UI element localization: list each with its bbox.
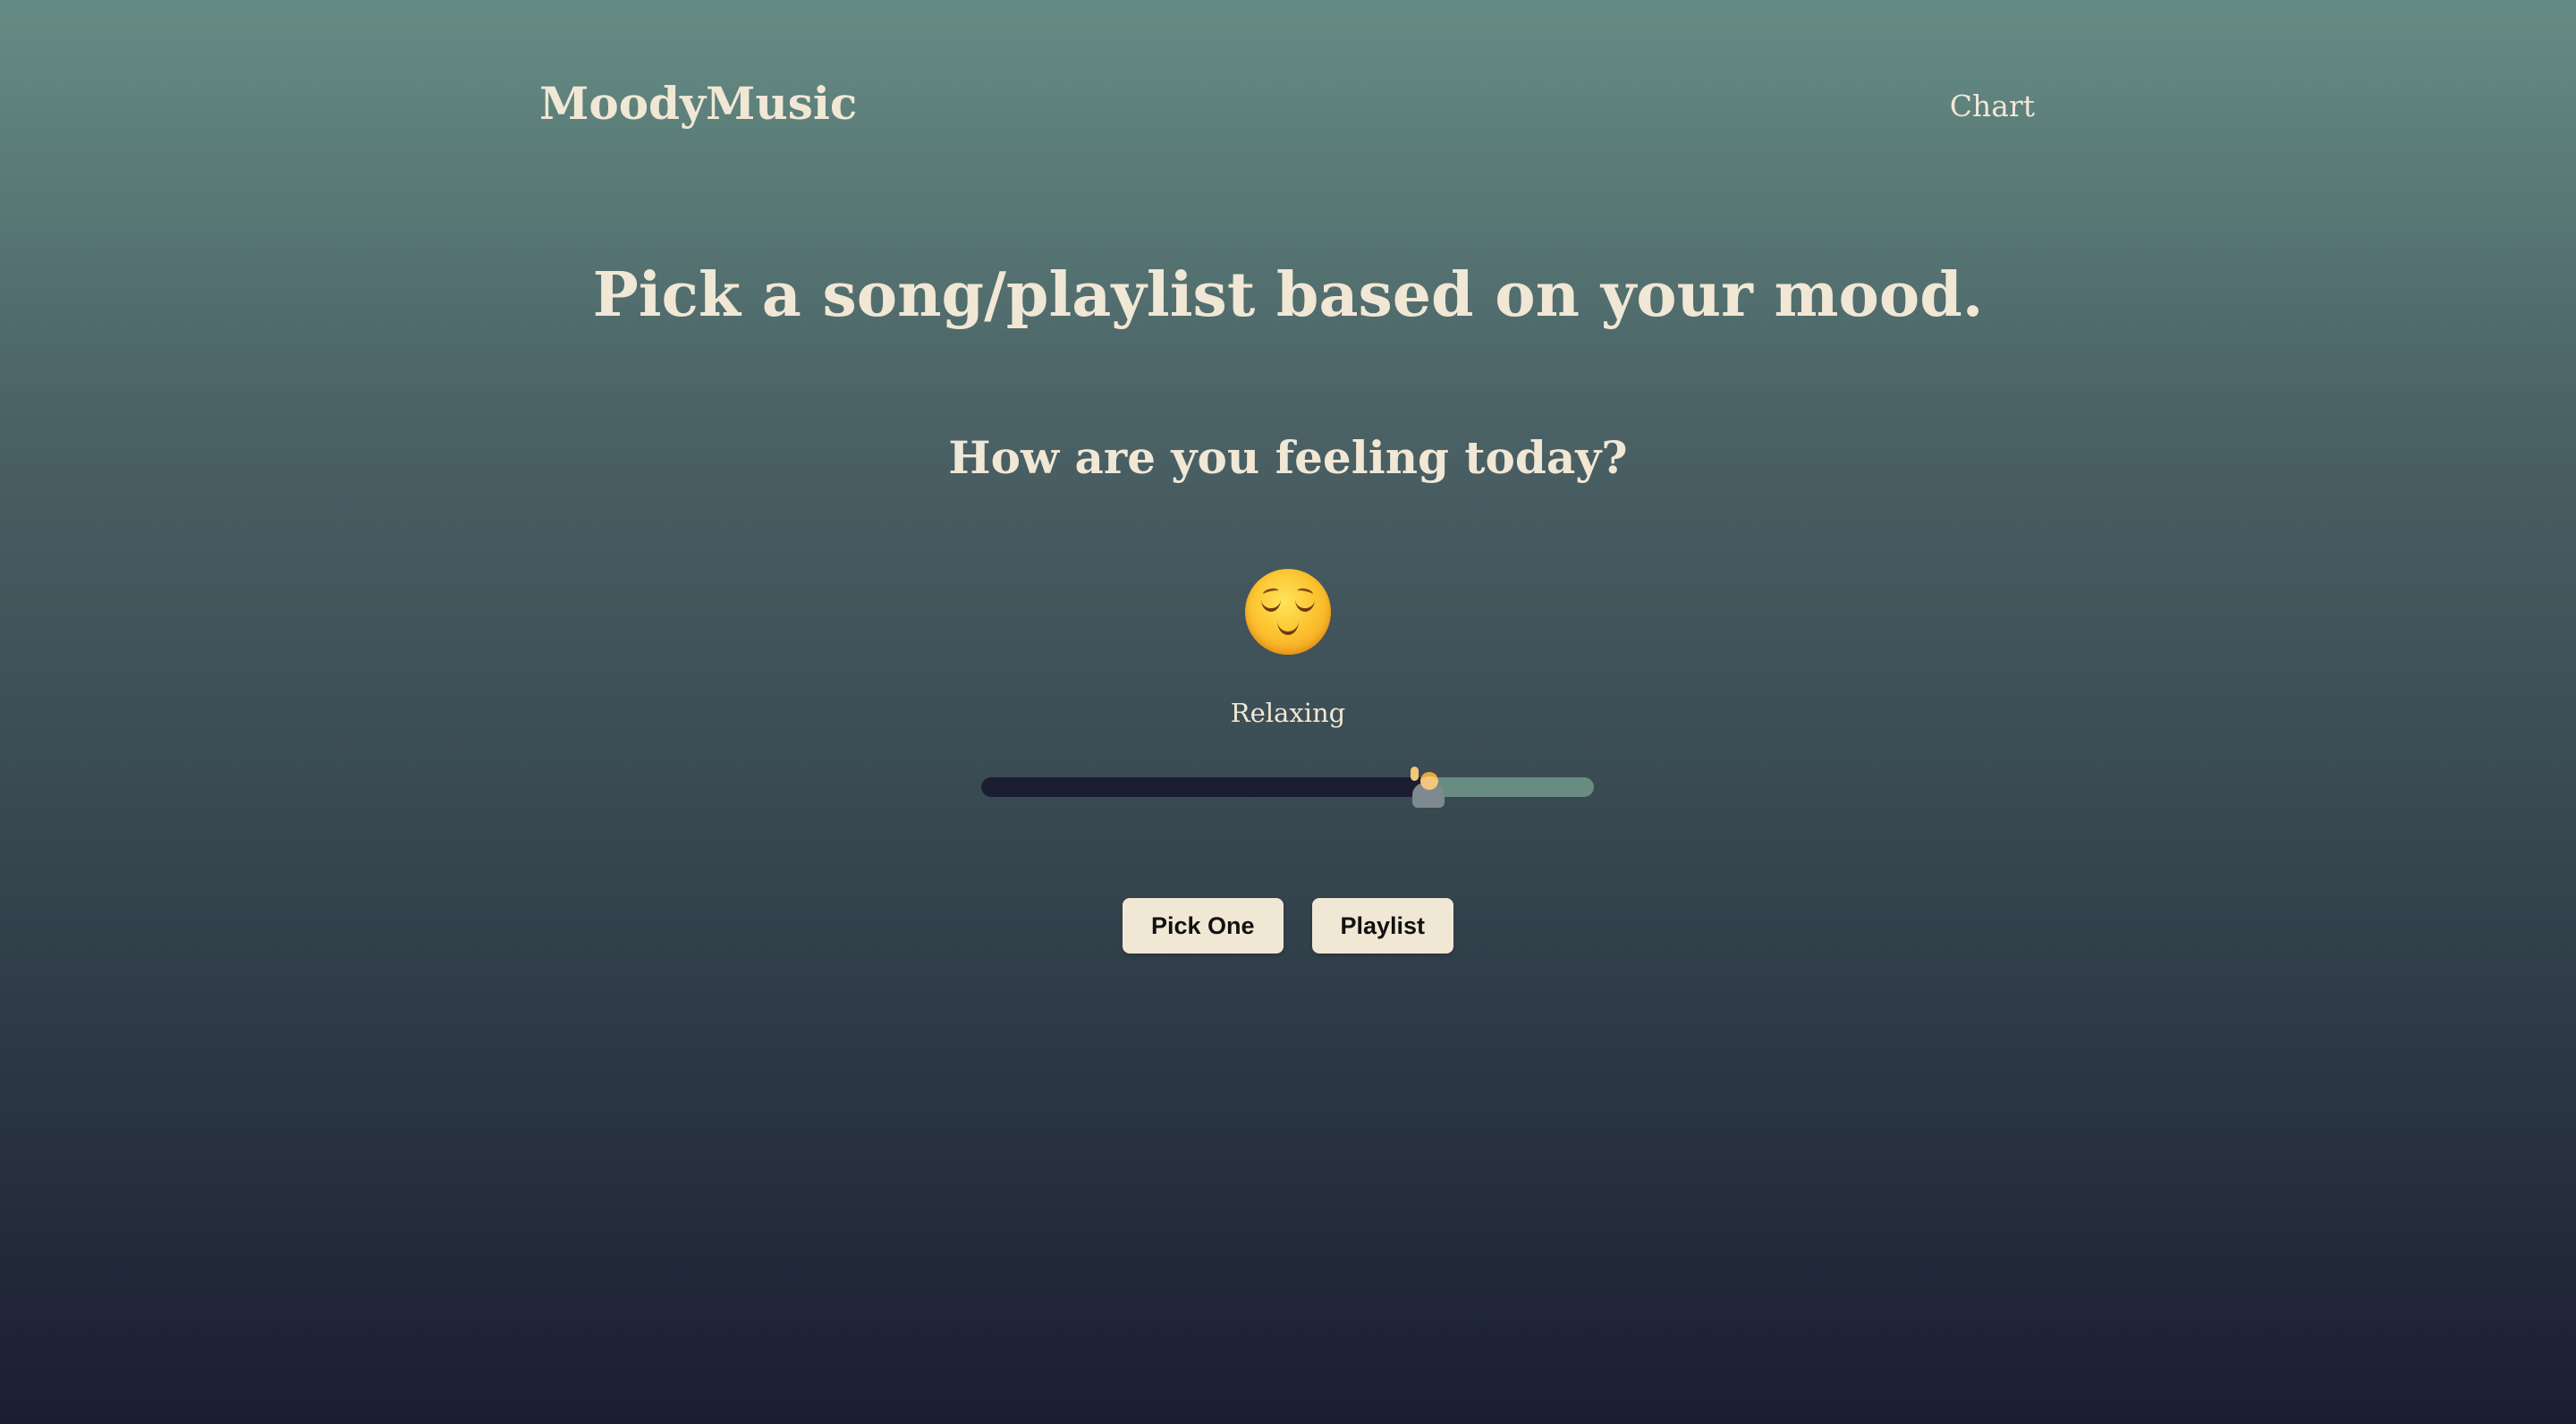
pick-one-button[interactable]: Pick One	[1122, 898, 1284, 954]
person-getting-massage-icon[interactable]	[1409, 767, 1448, 808]
mood-question: How are you feeling today?	[948, 431, 1628, 484]
playlist-button[interactable]: Playlist	[1311, 898, 1454, 954]
relieved-face-icon	[1245, 569, 1331, 655]
thumb-head	[1420, 772, 1439, 790]
mood-label: Relaxing	[1230, 698, 1346, 728]
nav-link-chart[interactable]: Chart	[1950, 89, 2035, 123]
face-eye-left	[1261, 599, 1281, 612]
mood-slider[interactable]	[981, 767, 1594, 808]
face-eye-right	[1295, 599, 1315, 612]
site-logo[interactable]: MoodyMusic	[539, 77, 857, 130]
mood-slider-fill	[981, 777, 1429, 797]
page-title: Pick a song/playlist based on your mood.	[592, 259, 1984, 331]
face-mouth	[1277, 621, 1299, 635]
action-buttons: Pick One Playlist	[0, 898, 2576, 954]
face-brow-left	[1262, 587, 1280, 598]
face-brow-right	[1296, 587, 1314, 598]
thumb-hand	[1411, 767, 1419, 781]
